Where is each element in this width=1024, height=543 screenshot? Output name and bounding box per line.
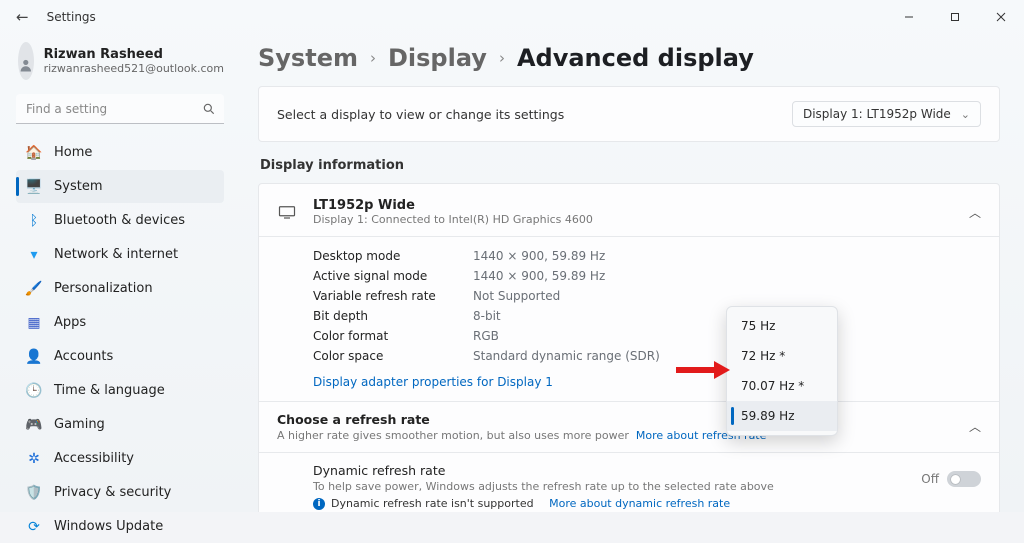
home-icon: 🏠 [26, 145, 42, 161]
chevron-up-icon[interactable]: ︿ [969, 204, 981, 221]
network-icon: ▾ [26, 247, 42, 263]
gaming-icon: 🎮 [26, 417, 42, 433]
nav-label: Privacy & security [54, 485, 171, 500]
breadcrumb: System › Display › Advanced display [258, 44, 1000, 72]
select-display-card: Select a display to view or change its s… [258, 86, 1000, 142]
chevron-down-icon: ⌄ [961, 108, 970, 121]
apps-icon: ▦ [26, 315, 42, 331]
device-sub: Display 1: Connected to Intel(R) HD Grap… [313, 213, 593, 226]
refresh-option-72[interactable]: 72 Hz * [727, 341, 837, 371]
dynamic-refresh-row: Dynamic refresh rate To help save power,… [259, 453, 999, 512]
nav-accessibility[interactable]: ✲ Accessibility [16, 442, 224, 475]
chevron-right-icon: › [499, 49, 505, 67]
kv-key: Variable refresh rate [313, 289, 473, 303]
adapter-properties-link[interactable]: Display adapter properties for Display 1 [259, 373, 553, 401]
display-info-card: LT1952p Wide Display 1: Connected to Int… [258, 183, 1000, 512]
display-selector[interactable]: Display 1: LT1952p Wide ⌄ [792, 101, 981, 127]
monitor-icon [277, 205, 297, 219]
dynamic-sub: To help save power, Windows adjusts the … [313, 480, 981, 493]
brush-icon: 🖌️ [26, 281, 42, 297]
nav-label: Bluetooth & devices [54, 213, 185, 228]
crumb-advanced: Advanced display [517, 44, 754, 72]
toggle-label: Off [921, 472, 939, 486]
accessibility-icon: ✲ [26, 451, 42, 467]
nav-time[interactable]: 🕒 Time & language [16, 374, 224, 407]
nav-personalization[interactable]: 🖌️ Personalization [16, 272, 224, 305]
back-button[interactable]: ← [16, 8, 29, 26]
kv-key: Color format [313, 329, 473, 343]
crumb-system[interactable]: System [258, 44, 358, 72]
user-email: rizwanrasheed521@outlook.com [44, 62, 224, 75]
nav-bluetooth[interactable]: ᛒ Bluetooth & devices [16, 204, 224, 237]
search-input[interactable] [16, 94, 224, 124]
user-name: Rizwan Rasheed [44, 47, 224, 62]
device-header[interactable]: LT1952p Wide Display 1: Connected to Int… [259, 184, 999, 236]
refresh-option-75[interactable]: 75 Hz [727, 311, 837, 341]
nav-privacy[interactable]: 🛡️ Privacy & security [16, 476, 224, 509]
chevron-up-icon[interactable]: ︿ [969, 418, 981, 435]
chevron-right-icon: › [370, 49, 376, 67]
close-button[interactable] [978, 1, 1024, 33]
dynamic-unsupported: Dynamic refresh rate isn't supported [331, 497, 534, 510]
display-selector-value: Display 1: LT1952p Wide [803, 107, 951, 121]
kv-key: Desktop mode [313, 249, 473, 263]
nav-label: Accounts [54, 349, 113, 364]
nav-label: Accessibility [54, 451, 134, 466]
nav-gaming[interactable]: 🎮 Gaming [16, 408, 224, 441]
refresh-sub: A higher rate gives smoother motion, but… [277, 429, 981, 442]
refresh-option-70[interactable]: 70.07 Hz * [727, 371, 837, 401]
dynamic-title: Dynamic refresh rate [313, 463, 981, 478]
crumb-display[interactable]: Display [388, 44, 487, 72]
dynamic-toggle[interactable] [947, 471, 981, 487]
kv-key: Active signal mode [313, 269, 473, 283]
refresh-title: Choose a refresh rate [277, 412, 981, 427]
dynamic-more-link[interactable]: More about dynamic refresh rate [549, 497, 730, 510]
nav-system[interactable]: 🖥️ System [16, 170, 224, 203]
kv-val: 1440 × 900, 59.89 Hz [473, 249, 981, 263]
system-icon: 🖥️ [26, 179, 42, 195]
section-display-info: Display information [260, 158, 998, 173]
device-name: LT1952p Wide [313, 198, 593, 213]
shield-icon: 🛡️ [26, 485, 42, 501]
kv-val: Not Supported [473, 289, 981, 303]
nav-label: Gaming [54, 417, 105, 432]
refresh-rate-row[interactable]: Choose a refresh rate A higher rate give… [259, 402, 999, 452]
nav-label: Windows Update [54, 519, 163, 534]
user-block[interactable]: Rizwan Rasheed rizwanrasheed521@outlook.… [18, 42, 224, 80]
nav-label: Network & internet [54, 247, 178, 262]
clock-icon: 🕒 [26, 383, 42, 399]
kv-key: Color space [313, 349, 473, 363]
nav-home[interactable]: 🏠 Home [16, 136, 224, 169]
maximize-button[interactable] [932, 1, 978, 33]
app-title: Settings [47, 10, 96, 24]
select-display-label: Select a display to view or change its s… [277, 107, 564, 122]
nav-label: Apps [54, 315, 86, 330]
update-icon: ⟳ [26, 519, 42, 535]
bluetooth-icon: ᛒ [26, 213, 42, 229]
nav-update[interactable]: ⟳ Windows Update [16, 510, 224, 543]
nav-label: System [54, 179, 102, 194]
nav-label: Home [54, 145, 92, 160]
kv-key: Bit depth [313, 309, 473, 323]
refresh-rate-menu[interactable]: 75 Hz 72 Hz * 70.07 Hz * 59.89 Hz [726, 306, 838, 436]
kv-val: 1440 × 900, 59.89 Hz [473, 269, 981, 283]
avatar [18, 42, 34, 80]
refresh-option-59[interactable]: 59.89 Hz [727, 401, 837, 431]
search-icon [202, 101, 216, 120]
accounts-icon: 👤 [26, 349, 42, 365]
minimize-button[interactable] [886, 1, 932, 33]
nav-label: Personalization [54, 281, 153, 296]
nav-network[interactable]: ▾ Network & internet [16, 238, 224, 271]
nav-apps[interactable]: ▦ Apps [16, 306, 224, 339]
nav-accounts[interactable]: 👤 Accounts [16, 340, 224, 373]
nav-label: Time & language [54, 383, 165, 398]
info-icon: i [313, 498, 325, 510]
search-box[interactable] [16, 94, 224, 124]
